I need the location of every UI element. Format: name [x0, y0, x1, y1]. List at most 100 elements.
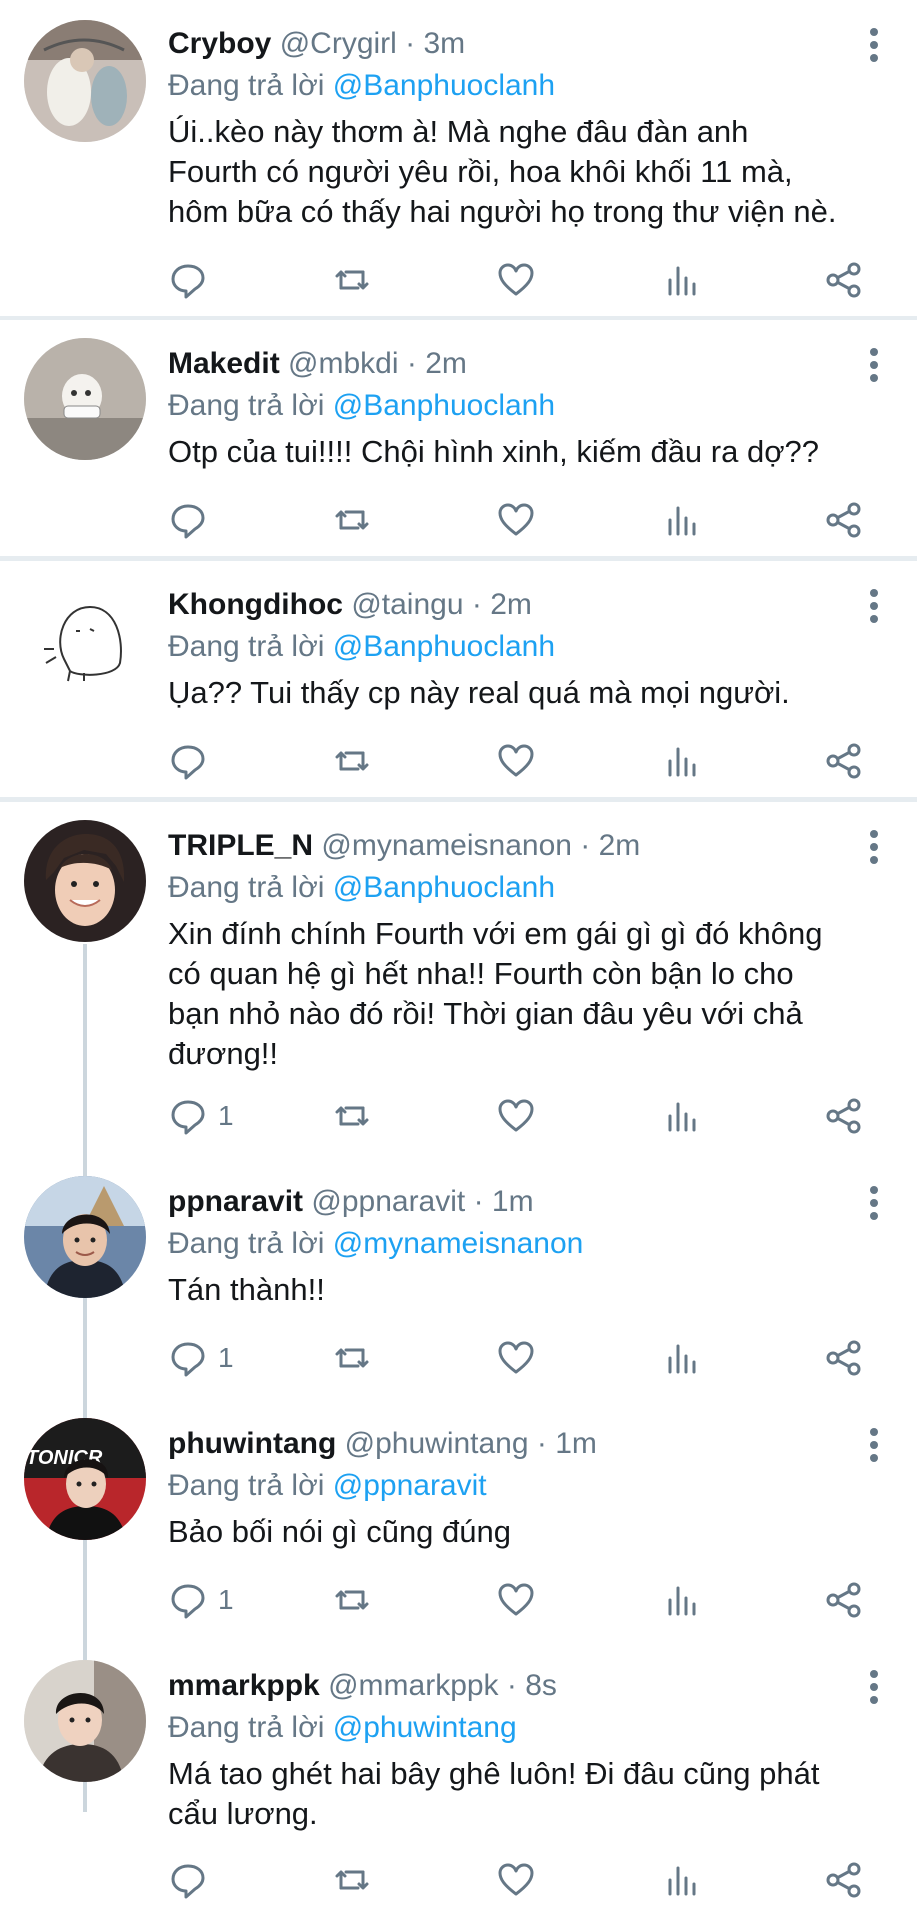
display-name[interactable]: TRIPLE_N — [168, 829, 313, 862]
display-name[interactable]: mmarkppk — [168, 1669, 320, 1702]
avatar[interactable] — [24, 579, 146, 701]
tweet[interactable]: TONICR phuwintang @phuwintang · 1m Đang … — [0, 1400, 917, 1642]
display-name[interactable]: Cryboy — [168, 27, 271, 60]
avatar[interactable] — [24, 20, 146, 142]
display-name[interactable]: Makedit — [168, 347, 280, 380]
share-icon — [826, 262, 861, 298]
like-button[interactable] — [496, 1336, 536, 1380]
tweet-header: mmarkppk @mmarkppk · 8s — [168, 1666, 837, 1706]
retweet-button[interactable] — [332, 1094, 372, 1138]
like-button[interactable] — [496, 1578, 536, 1622]
reply-button[interactable]: 1 — [168, 1094, 234, 1138]
share-button[interactable] — [824, 258, 864, 302]
user-handle[interactable]: @taingu — [351, 588, 463, 621]
share-button[interactable] — [824, 1094, 864, 1138]
analytics-button[interactable] — [662, 1578, 702, 1622]
tweet-header: ppnaravit @ppnaravit · 1m — [168, 1182, 837, 1222]
tweet-header: Makedit @mbkdi · 2m — [168, 344, 837, 384]
analytics-button[interactable] — [662, 1094, 702, 1138]
like-button[interactable] — [496, 1094, 536, 1138]
retweet-button[interactable] — [332, 1336, 372, 1380]
reply-mention[interactable]: @Banphuoclanh — [333, 871, 555, 904]
action-bar — [168, 1858, 868, 1902]
user-handle[interactable]: @Crygirl — [280, 27, 397, 60]
tweet[interactable]: Cryboy @Crygirl · 3m Đang trả lời @Banph… — [0, 0, 917, 316]
reply-mention[interactable]: @Banphuoclanh — [333, 389, 555, 422]
reply-button[interactable] — [168, 258, 218, 302]
avatar[interactable] — [24, 1660, 146, 1782]
reply-context: Đang trả lời @Banphuoclanh — [168, 66, 555, 106]
display-name[interactable]: phuwintang — [168, 1427, 336, 1460]
reply-button[interactable] — [168, 1858, 218, 1902]
timestamp[interactable]: 1m — [492, 1185, 534, 1218]
analytics-button[interactable] — [662, 739, 702, 783]
timestamp[interactable]: 1m — [555, 1427, 597, 1460]
share-icon — [826, 502, 861, 538]
timestamp[interactable]: 2m — [599, 829, 641, 862]
tweet-text: Ụa?? Tui thấy cp này real quá mà mọi ngư… — [168, 675, 790, 710]
avatar-image — [24, 338, 146, 460]
user-handle[interactable]: @mbkdi — [288, 347, 398, 380]
share-button[interactable] — [824, 739, 864, 783]
analytics-button[interactable] — [662, 1336, 702, 1380]
retweet-icon — [335, 1348, 369, 1368]
timestamp[interactable]: 2m — [425, 347, 467, 380]
analytics-button[interactable] — [662, 258, 702, 302]
share-button[interactable] — [824, 1858, 864, 1902]
user-handle[interactable]: @phuwintang — [345, 1427, 529, 1460]
avatar[interactable] — [24, 338, 146, 460]
analytics-button[interactable] — [662, 1858, 702, 1902]
reply-prefix: Đang trả lời — [168, 1227, 325, 1260]
reply-mention[interactable]: @Banphuoclanh — [333, 630, 555, 663]
retweet-button[interactable] — [332, 739, 372, 783]
reply-mention[interactable]: @ppnaravit — [333, 1469, 487, 1502]
reply-button[interactable]: 1 — [168, 1578, 234, 1622]
timestamp[interactable]: 3m — [424, 27, 466, 60]
more-icon[interactable] — [869, 830, 879, 864]
avatar[interactable]: TONICR — [24, 1418, 146, 1540]
like-button[interactable] — [496, 739, 536, 783]
separator-dot: · — [473, 1185, 492, 1218]
more-icon[interactable] — [869, 28, 879, 62]
reply-button[interactable] — [168, 498, 218, 542]
like-icon — [498, 1341, 534, 1374]
tweet[interactable]: TRIPLE_N @mynameisnanon · 2m Đang trả lờ… — [0, 802, 917, 1158]
tweet[interactable]: Khongdihoc @taingu · 2m Đang trả lời @Ba… — [0, 561, 917, 797]
more-icon[interactable] — [869, 348, 879, 382]
reply-mention[interactable]: @phuwintang — [333, 1711, 517, 1744]
timestamp[interactable]: 8s — [525, 1669, 557, 1702]
more-icon[interactable] — [869, 589, 879, 623]
retweet-button[interactable] — [332, 1578, 372, 1622]
more-icon[interactable] — [869, 1186, 879, 1220]
user-handle[interactable]: @mmarkppk — [328, 1669, 498, 1702]
reply-mention[interactable]: @mynameisnanon — [333, 1227, 584, 1260]
reply-mention[interactable]: @Banphuoclanh — [333, 69, 555, 102]
tweet[interactable]: mmarkppk @mmarkppk · 8s Đang trả lời @ph… — [0, 1642, 917, 1920]
tweet-header: Cryboy @Crygirl · 3m — [168, 24, 837, 64]
retweet-button[interactable] — [332, 498, 372, 542]
tweet[interactable]: ppnaravit @ppnaravit · 1m Đang trả lời @… — [0, 1158, 917, 1400]
user-handle[interactable]: @ppnaravit — [311, 1185, 465, 1218]
reply-button[interactable]: 1 — [168, 1336, 234, 1380]
tweet[interactable]: Makedit @mbkdi · 2m Đang trả lời @Banphu… — [0, 320, 917, 556]
like-button[interactable] — [496, 498, 536, 542]
reply-button[interactable] — [168, 739, 218, 783]
like-button[interactable] — [496, 1858, 536, 1902]
avatar[interactable] — [24, 1176, 146, 1298]
timestamp[interactable]: 2m — [490, 588, 532, 621]
reply-count: 1 — [218, 1342, 234, 1373]
share-button[interactable] — [824, 498, 864, 542]
retweet-button[interactable] — [332, 1858, 372, 1902]
display-name[interactable]: ppnaravit — [168, 1185, 303, 1218]
user-handle[interactable]: @mynameisnanon — [321, 829, 572, 862]
display-name[interactable]: Khongdihoc — [168, 588, 343, 621]
share-button[interactable] — [824, 1336, 864, 1380]
more-icon[interactable] — [869, 1670, 879, 1704]
avatar[interactable] — [24, 820, 146, 942]
share-button[interactable] — [824, 1578, 864, 1622]
analytics-button[interactable] — [662, 498, 702, 542]
more-icon[interactable] — [869, 1428, 879, 1462]
reply-count: 1 — [218, 1584, 234, 1615]
retweet-button[interactable] — [332, 258, 372, 302]
like-button[interactable] — [496, 258, 536, 302]
